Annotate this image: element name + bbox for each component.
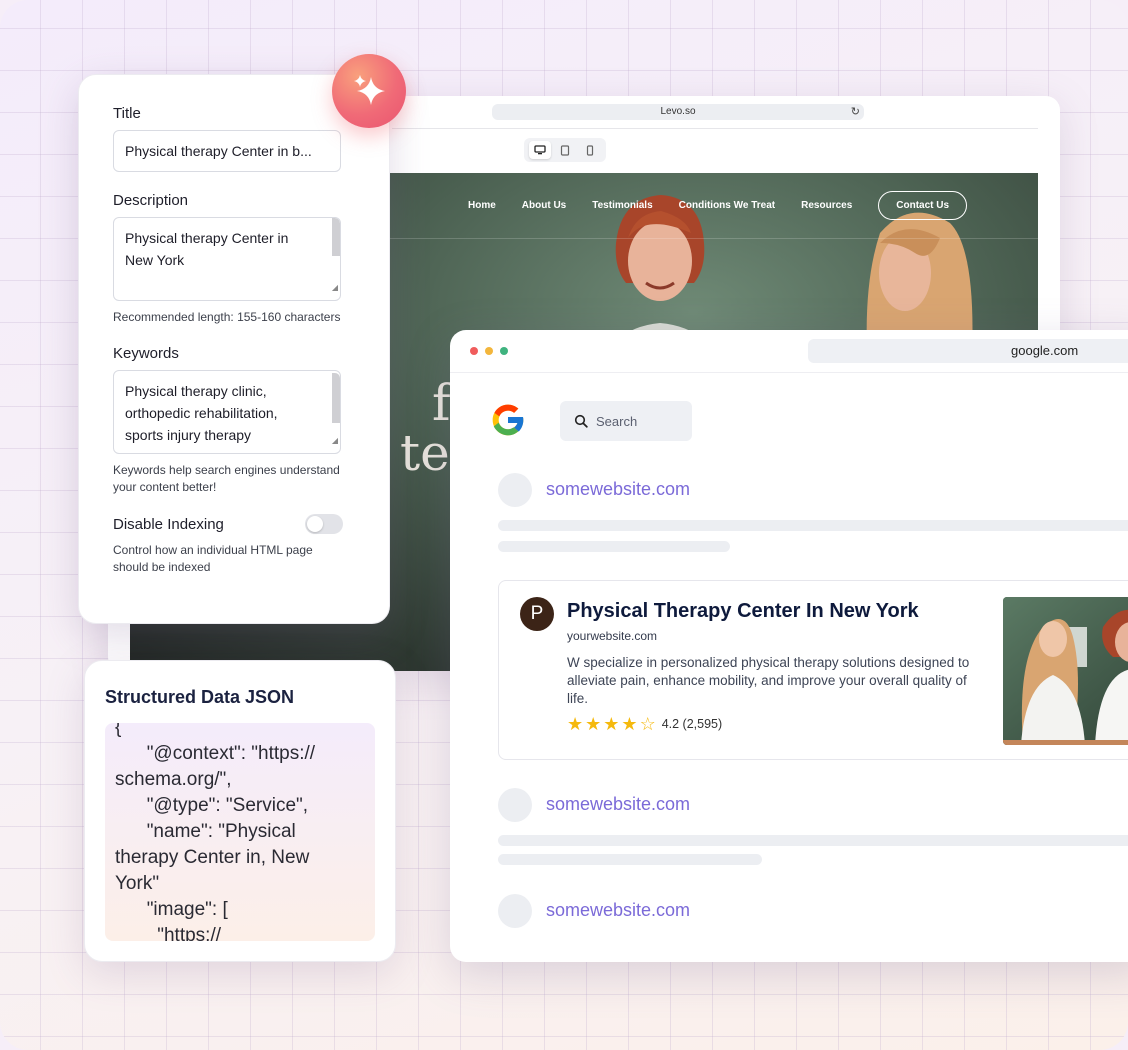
reload-icon[interactable]: ↻ [851, 104, 860, 120]
keywords-text: Physical therapy clinic, orthopedic reha… [125, 383, 278, 443]
featured-result-description: W specialize in personalized physical th… [567, 655, 970, 706]
star-icon: ★ [567, 714, 584, 734]
description-hint: Recommended length: 155-160 characters [113, 310, 341, 324]
disable-indexing-toggle[interactable] [305, 514, 343, 534]
description-label: Description [113, 192, 189, 209]
resize-handle-icon[interactable]: ◢ [332, 277, 338, 299]
google-search-window: google.com Search somewebsite.com P Phys… [450, 330, 1128, 962]
mobile-icon[interactable] [579, 141, 601, 159]
google-search-input[interactable]: Search [560, 401, 692, 441]
result-link[interactable]: somewebsite.com [546, 900, 690, 921]
resize-handle-icon[interactable]: ◢ [332, 430, 338, 452]
title-label: Title [113, 105, 141, 122]
result-favicon [498, 788, 532, 822]
result-link[interactable]: somewebsite.com [546, 479, 690, 500]
disable-indexing-label: Disable Indexing [113, 515, 224, 533]
json-code: { "@context": "https:// schema.org/", "@… [115, 723, 316, 941]
seo-settings-panel: Title Physical therapy Center in b... De… [78, 74, 390, 624]
result-link[interactable]: somewebsite.com [546, 794, 690, 815]
star-icon: ★ [621, 714, 638, 734]
featured-result-url[interactable]: yourwebsite.com [567, 629, 657, 643]
keywords-label: Keywords [113, 345, 179, 362]
browser-toolbar: google.com [450, 330, 1128, 373]
preview-url-text: Levo.so [660, 106, 696, 117]
keywords-hint: Keywords help search engines understand … [113, 463, 340, 494]
tablet-icon[interactable] [554, 141, 576, 159]
result-avatar: P [520, 597, 554, 631]
background-canvas: Levo.so ↻ Home About Us Testimonials Con… [0, 0, 1128, 1050]
description-scrollbar[interactable] [332, 218, 340, 256]
contact-us-button[interactable]: Contact Us [878, 191, 968, 220]
preview-url-bar[interactable]: Levo.so ↻ [492, 104, 864, 120]
placeholder-line [498, 835, 1128, 846]
close-window-dot[interactable] [470, 347, 478, 355]
keywords-textarea[interactable]: Physical therapy clinic, orthopedic reha… [113, 370, 341, 454]
search-icon [574, 414, 588, 428]
minimize-window-dot[interactable] [485, 347, 493, 355]
google-logo-icon [492, 404, 525, 436]
hero-navigation: Home About Us Testimonials Conditions We… [468, 191, 968, 220]
result-favicon [498, 894, 532, 928]
featured-search-result[interactable]: P Physical Therapy Center In New York yo… [498, 580, 1128, 760]
structured-data-title: Structured Data JSON [105, 687, 295, 707]
nav-about-us[interactable]: About Us [522, 200, 566, 211]
result-favicon [498, 473, 532, 507]
nav-home[interactable]: Home [468, 200, 496, 211]
title-input[interactable]: Physical therapy Center in b... [113, 130, 341, 172]
placeholder-line [498, 520, 1128, 531]
toggle-knob [307, 516, 323, 532]
indexing-hint: Control how an individual HTML page shou… [113, 543, 313, 574]
keywords-scrollbar[interactable] [332, 373, 340, 423]
rating-row: ★ ★ ★ ★ ☆ 4.2 (2,595) [567, 715, 722, 733]
maximize-window-dot[interactable] [500, 347, 508, 355]
description-text: Physical therapy Center in New York [125, 230, 289, 268]
json-code-box[interactable]: { "@context": "https:// schema.org/", "@… [105, 723, 375, 941]
nav-testimonials[interactable]: Testimonials [592, 200, 652, 211]
description-textarea[interactable]: Physical therapy Center in New York ◢ [113, 217, 341, 301]
sparkle-icon [354, 75, 385, 105]
google-url-bar[interactable]: google.com [808, 339, 1128, 363]
featured-result-thumbnail [1003, 597, 1128, 745]
placeholder-line [498, 541, 730, 552]
preview-toolbar-divider [392, 128, 1038, 129]
structured-data-card: Structured Data JSON { "@context": "http… [84, 660, 396, 962]
ai-sparkle-button[interactable] [332, 54, 406, 128]
star-icon: ★ [585, 714, 602, 734]
placeholder-line [498, 854, 762, 865]
device-toggle [524, 138, 606, 162]
star-icon: ★ [603, 714, 620, 734]
desktop-icon[interactable] [528, 141, 551, 159]
rating-text: 4.2 (2,595) [661, 717, 723, 731]
nav-conditions[interactable]: Conditions We Treat [679, 200, 776, 211]
nav-resources[interactable]: Resources [801, 200, 852, 211]
star-outline-icon: ☆ [639, 714, 656, 734]
search-placeholder: Search [596, 413, 638, 429]
featured-result-title[interactable]: Physical Therapy Center In New York [567, 600, 919, 623]
